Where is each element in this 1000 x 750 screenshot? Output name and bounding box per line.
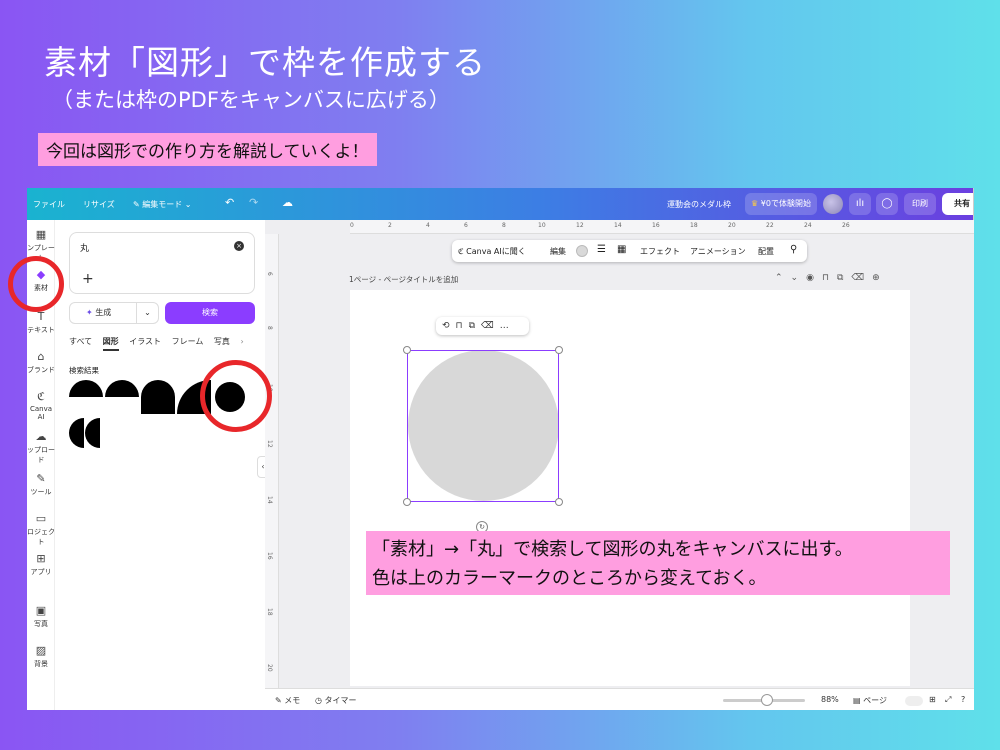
annotation-ring-circle-shape [200, 360, 272, 432]
chevron-up-icon[interactable]: ⌃ [775, 273, 791, 283]
lock-icon[interactable]: ⊓ [822, 273, 837, 283]
trash-icon[interactable]: ⌫ [481, 321, 500, 331]
help-icon[interactable]: ? [961, 695, 965, 704]
more-icon[interactable]: … [500, 321, 515, 331]
trash-icon[interactable]: ⌫ [851, 273, 872, 283]
page-title-label[interactable]: 1ページ - ページタイトルを追加 [349, 274, 458, 285]
zoom-level[interactable]: 88% [821, 695, 839, 704]
instruction-callout: 「素材」→「丸」で検索して図形の丸をキャンバスに出す。 色は上のカラーマークのと… [366, 531, 950, 595]
zoom-slider-handle[interactable] [761, 694, 773, 706]
duplicate-icon[interactable]: ⧉ [469, 321, 481, 331]
color-swatch[interactable] [576, 245, 588, 257]
slide-subtitle: （または枠のPDFをキャンバスに広げる） [52, 88, 450, 112]
instruction-line-2: 色は上のカラーマークのところから変えておく。 [372, 568, 767, 589]
annotation-ring-elements [8, 256, 64, 312]
border-style-icon[interactable]: ☰ [597, 244, 606, 255]
editor-region: 0 2 4 6 8 10 12 14 16 18 20 22 24 26 6 8… [27, 188, 974, 710]
selection-box [407, 350, 559, 502]
shape-quick-actions: ⟲⊓⧉⌫… [436, 317, 529, 335]
bottom-bar: ✎ メモ ◷ タイマー 88% ▤ ページ ⊞ ⤢ ? [265, 688, 974, 710]
resize-handle-top-left[interactable] [403, 346, 411, 354]
toggle-switch[interactable] [905, 696, 923, 706]
timer-button[interactable]: ◷ タイマー [315, 695, 357, 706]
fullscreen-icon[interactable]: ⤢ [945, 695, 951, 705]
animation-button[interactable]: アニメーション [690, 246, 746, 257]
resize-handle-bottom-right[interactable] [555, 498, 563, 506]
page-actions: ⌃⌄◉⊓⧉⌫⊕ [775, 273, 888, 283]
intro-callout: 今回は図形での作り方を解説していくよ！ [38, 133, 377, 166]
resize-handle-top-right[interactable] [555, 346, 563, 354]
element-toolbar: ℭ Canva AIに聞く 編集 ☰ ▦ エフェクト アニメーション 配置 ⚲ [452, 240, 807, 262]
chevron-down-icon[interactable]: ⌄ [791, 273, 807, 283]
grid-view-icon[interactable]: ⊞ [929, 695, 936, 704]
duplicate-icon[interactable]: ⧉ [837, 273, 851, 283]
eye-icon[interactable]: ◉ [806, 273, 822, 283]
rotate-icon[interactable]: ⟲ [442, 321, 456, 331]
transparency-icon[interactable]: ▦ [617, 244, 626, 255]
add-page-icon[interactable]: ⊕ [872, 273, 888, 283]
pages-icon: ▤ [853, 696, 864, 705]
slide-title: 素材「図形」で枠を作成する [44, 43, 486, 82]
edit-button[interactable]: 編集 [550, 246, 566, 257]
effects-button[interactable]: エフェクト [640, 246, 680, 257]
canva-ai-button[interactable]: ℭ Canva AIに聞く [458, 246, 526, 257]
notes-button[interactable]: ✎ メモ [275, 695, 300, 706]
notes-icon: ✎ [275, 696, 285, 705]
lock-icon[interactable]: ⊓ [456, 321, 469, 331]
instruction-line-1: 「素材」→「丸」で検索して図形の丸をキャンバスに出す。 [372, 539, 853, 560]
resize-handle-bottom-left[interactable] [403, 498, 411, 506]
ruler-left: 6 8 10 12 14 16 18 20 [265, 234, 279, 688]
canva-ai-icon: ℭ [458, 247, 467, 256]
timer-icon: ◷ [315, 696, 325, 705]
paint-roller-icon[interactable]: ⚲ [790, 244, 797, 255]
ruler-top: 0 2 4 6 8 10 12 14 16 18 20 22 24 26 [350, 220, 974, 234]
pages-button[interactable]: ▤ ページ [853, 695, 887, 706]
arrange-button[interactable]: 配置 [758, 246, 774, 257]
